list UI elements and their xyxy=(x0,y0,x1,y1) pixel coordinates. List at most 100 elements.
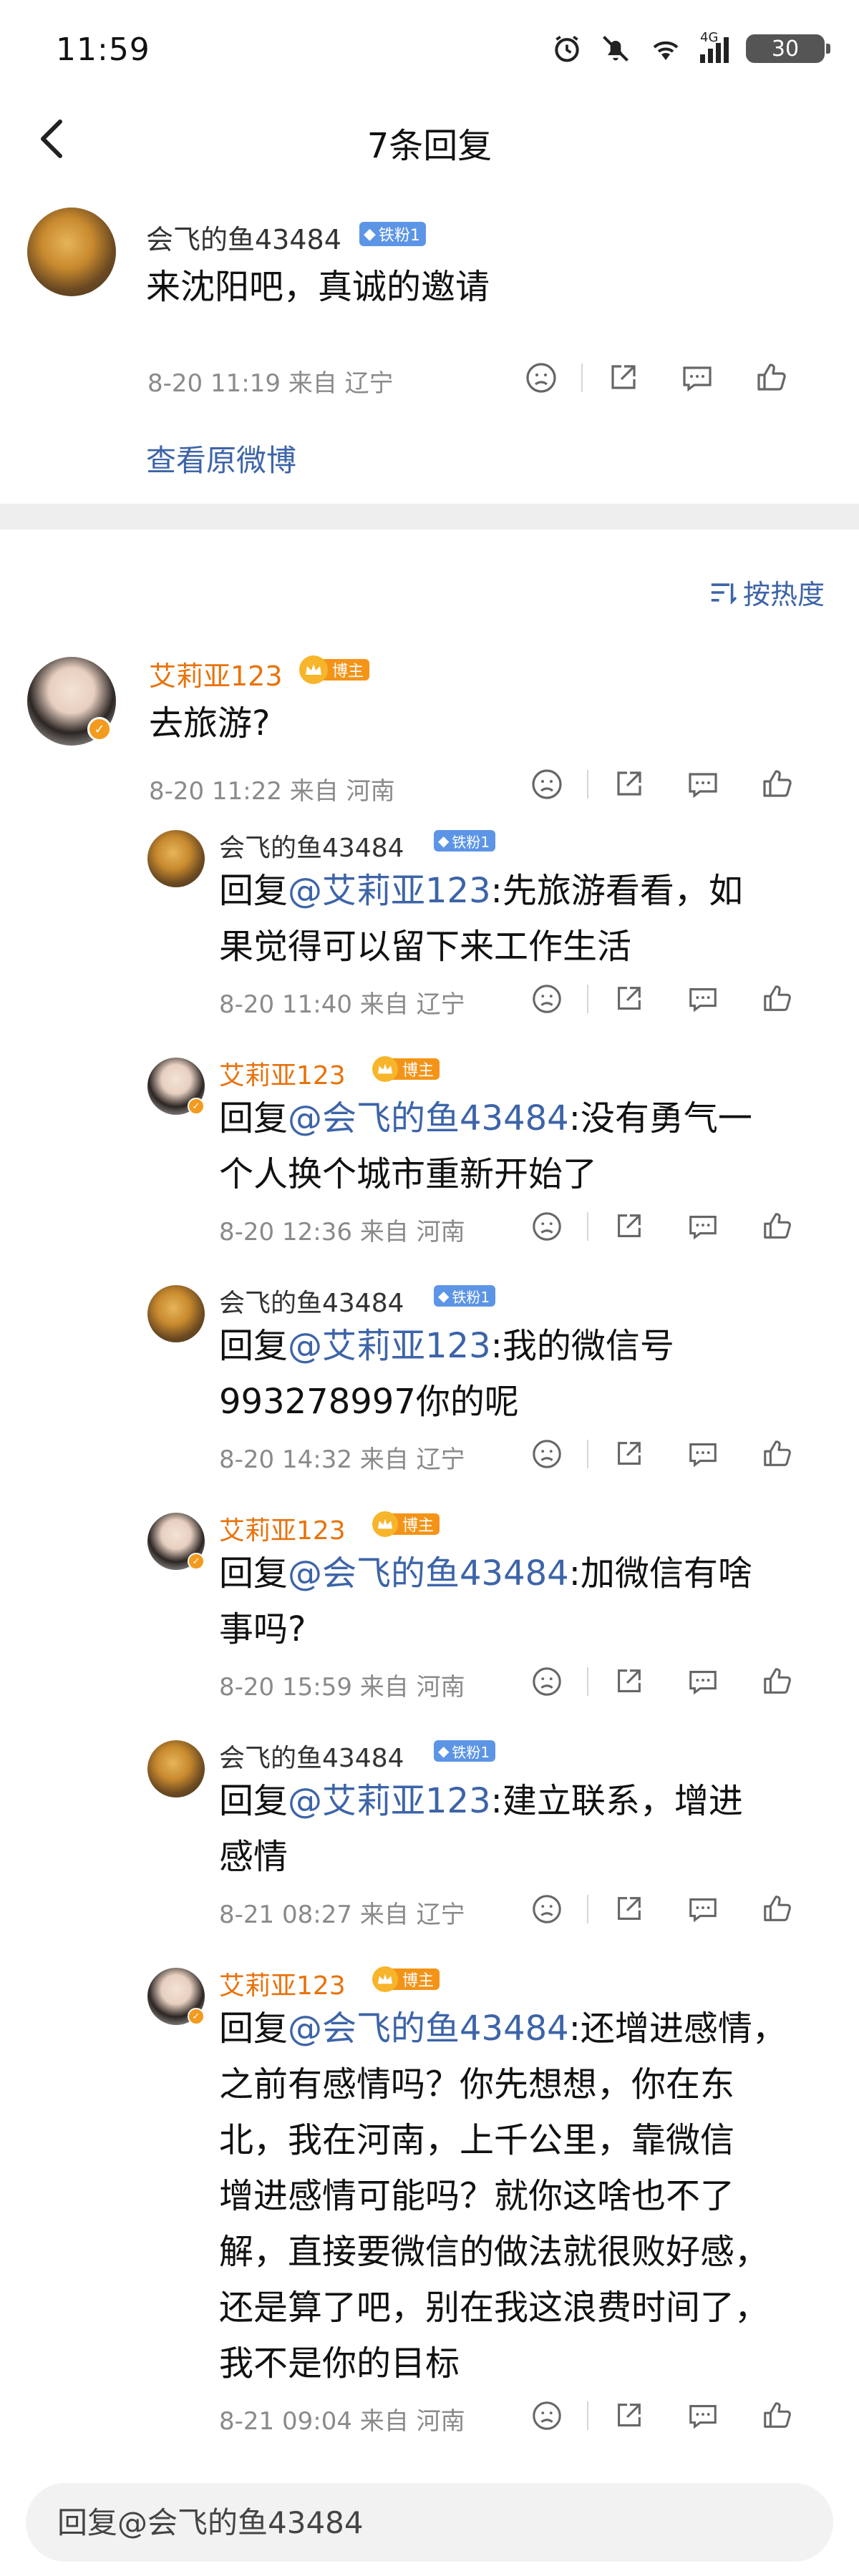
share-button[interactable] xyxy=(608,1889,649,1929)
page-title: 7条回复 xyxy=(367,126,492,166)
avatar[interactable] xyxy=(27,208,116,296)
host-badge-label: 博主 xyxy=(392,1058,440,1080)
mention-link[interactable]: @艾莉亚123 xyxy=(288,1326,491,1366)
comment-actions xyxy=(521,358,792,398)
reply-line: 增进感情可能吗？就你这啥也不了 xyxy=(219,2176,735,2216)
dislike-button[interactable] xyxy=(527,1889,567,1929)
reply-prefix: 回复 xyxy=(219,1098,288,1138)
username[interactable]: 艾莉亚123 xyxy=(219,1055,346,1092)
like-button[interactable] xyxy=(757,764,797,804)
reply-prefix: 回复 xyxy=(219,1553,288,1594)
username[interactable]: 会飞的鱼43484 xyxy=(219,1282,404,1319)
dislike-icon xyxy=(533,1895,561,1923)
username[interactable]: 会飞的鱼43484 xyxy=(219,1737,404,1775)
share-button[interactable] xyxy=(603,358,643,398)
like-button[interactable] xyxy=(757,979,797,1019)
comment-actions xyxy=(527,1889,797,1929)
dislike-icon xyxy=(526,363,556,393)
crown-icon xyxy=(299,655,328,684)
mention-link[interactable]: @会飞的鱼43484 xyxy=(288,2009,569,2049)
username[interactable]: 会飞的鱼43484 xyxy=(219,827,404,864)
share-button[interactable] xyxy=(608,764,649,804)
fan-badge-label: 铁粉1 xyxy=(452,1743,490,1761)
like-button[interactable] xyxy=(757,2396,797,2436)
reply-text: 回复@会飞的鱼43484:没有勇气一 个人换个城市重新开始了 xyxy=(219,1091,835,1202)
comment-button[interactable] xyxy=(683,1206,723,1246)
signal-icon: 4G xyxy=(700,30,729,63)
comment-button[interactable] xyxy=(683,1662,723,1702)
share-button[interactable] xyxy=(608,1662,649,1702)
comment-icon xyxy=(689,1898,717,1923)
username[interactable]: 艾莉亚123 xyxy=(219,1965,346,2002)
status-bar: 11:59 4G 30 xyxy=(0,0,859,100)
main-reply: ✓ 艾莉亚123 博主 去旅游? 8-20 11:22 来自 河南 xyxy=(0,644,859,816)
avatar[interactable] xyxy=(147,1285,205,1342)
like-button[interactable] xyxy=(757,1662,797,1702)
comment-actions xyxy=(527,1206,797,1246)
like-button[interactable] xyxy=(757,1206,797,1246)
root-comment: 会飞的鱼43484 ◆ 铁粉1 来沈阳吧，真诚的邀请 8-20 11:19 来自 … xyxy=(0,200,859,501)
like-button[interactable] xyxy=(757,1889,797,1929)
reply-line: 果觉得可以留下来工作生活 xyxy=(219,927,632,967)
share-button[interactable] xyxy=(608,979,649,1019)
comment-button[interactable] xyxy=(683,1889,723,1929)
share-button[interactable] xyxy=(608,2396,649,2436)
like-button[interactable] xyxy=(752,358,792,398)
dislike-button[interactable] xyxy=(527,2396,567,2436)
comment-meta: 8-21 08:27 来自 辽宁 xyxy=(219,1901,465,1929)
comment-meta: 8-20 11:22 来自 河南 xyxy=(149,777,395,806)
comment-icon xyxy=(689,1443,717,1468)
mention-link[interactable]: @艾莉亚123 xyxy=(288,1781,491,1821)
dislike-button[interactable] xyxy=(527,1662,567,1702)
comment-actions xyxy=(527,1434,797,1474)
diamond-icon: ◆ xyxy=(364,225,376,243)
like-icon xyxy=(757,364,786,391)
sort-button[interactable]: 按热度 xyxy=(709,572,825,612)
reply-line: 993278997你的呢 xyxy=(219,1382,519,1422)
comment-button[interactable] xyxy=(683,764,723,804)
reply-line: :先旅游看看，如 xyxy=(490,871,743,911)
dislike-button[interactable] xyxy=(521,358,561,398)
dislike-button[interactable] xyxy=(527,979,567,1019)
comment-button[interactable] xyxy=(683,1434,723,1474)
mention-link[interactable]: @会飞的鱼43484 xyxy=(288,1098,569,1138)
reply-line: :建立联系，增进 xyxy=(490,1781,743,1821)
comment-icon xyxy=(689,1671,717,1695)
dislike-button[interactable] xyxy=(527,1434,567,1474)
share-icon xyxy=(618,1442,641,1465)
share-button[interactable] xyxy=(608,1434,649,1474)
section-divider xyxy=(0,504,859,530)
like-button[interactable] xyxy=(757,1434,797,1474)
mute-icon xyxy=(603,36,629,62)
fan-badge-label: 铁粉1 xyxy=(452,833,490,851)
comment-button[interactable] xyxy=(677,358,717,398)
crown-icon xyxy=(372,1966,398,1992)
fan-badge: ◆ 铁粉1 xyxy=(359,222,426,246)
host-badge: 博主 xyxy=(299,655,370,684)
diamond-icon: ◆ xyxy=(438,1742,450,1760)
like-icon xyxy=(764,1896,791,1921)
avatar[interactable] xyxy=(147,830,205,887)
view-original-link[interactable]: 查看原微博 xyxy=(146,436,296,480)
comment-meta: 8-20 11:19 来自 辽宁 xyxy=(147,369,394,398)
username[interactable]: 艾莉亚123 xyxy=(219,1510,346,1547)
reply-line: :没有勇气一 xyxy=(568,1098,752,1138)
mention-link[interactable]: @艾莉亚123 xyxy=(288,871,491,911)
avatar[interactable] xyxy=(147,1740,205,1797)
reply-line: 之前有感情吗？你先想想，你在东 xyxy=(219,2064,735,2104)
comment-button[interactable] xyxy=(683,2396,723,2436)
diamond-icon: ◆ xyxy=(438,1287,450,1304)
reply-input[interactable] xyxy=(57,2483,802,2562)
mention-link[interactable]: @会飞的鱼43484 xyxy=(288,1553,569,1594)
reply-bar xyxy=(26,2483,833,2562)
nav-bar: 7条回复 xyxy=(0,100,859,179)
host-badge-label: 博主 xyxy=(392,1513,440,1535)
share-button[interactable] xyxy=(608,1206,649,1246)
verified-icon: ✓ xyxy=(87,717,112,741)
username[interactable]: 会飞的鱼43484 xyxy=(146,218,341,257)
comment-button[interactable] xyxy=(683,979,723,1019)
username[interactable]: 艾莉亚123 xyxy=(149,654,283,693)
comment-actions xyxy=(527,1662,797,1702)
dislike-button[interactable] xyxy=(527,1206,567,1246)
dislike-button[interactable] xyxy=(527,764,567,804)
